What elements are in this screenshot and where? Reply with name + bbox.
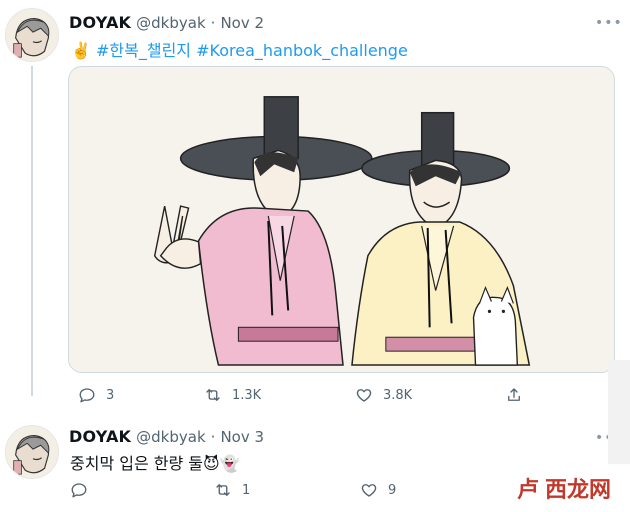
like-count: 9 xyxy=(388,482,397,498)
hanbok-illustration xyxy=(69,67,614,372)
tweet-header: DOYAK @dkbyak · Nov 2 xyxy=(69,13,264,32)
more-icon[interactable]: ••• xyxy=(595,15,623,31)
retweet-icon xyxy=(206,389,220,401)
tweet-text: 중치막 입은 한량 둘😈👻 xyxy=(70,454,240,473)
separator-dot: · xyxy=(210,14,216,32)
avatar[interactable] xyxy=(5,8,59,62)
share-button[interactable] xyxy=(505,386,523,404)
retweet-count: 1.3K xyxy=(232,387,262,403)
user-handle[interactable]: @dkbyak xyxy=(136,14,206,32)
retweet-button[interactable]: 1.3K xyxy=(204,386,261,404)
reply-button[interactable] xyxy=(70,481,88,499)
thread-connector-line xyxy=(31,66,33,396)
tweet-image[interactable] xyxy=(68,66,615,373)
reply-icon xyxy=(71,483,87,498)
retweet-button[interactable]: 1 xyxy=(214,481,250,499)
like-icon xyxy=(361,484,377,497)
user-handle[interactable]: @dkbyak xyxy=(136,428,206,446)
retweet-count: 1 xyxy=(242,482,251,498)
tweet-date[interactable]: Nov 2 xyxy=(220,14,264,32)
watermark-text: 西龙网 xyxy=(545,478,612,503)
retweet-icon xyxy=(216,484,230,496)
like-count: 3.8K xyxy=(383,387,413,403)
display-name[interactable]: DOYAK xyxy=(69,13,131,32)
site-watermark: 卢 西龙网 xyxy=(498,464,630,512)
tweet-date[interactable]: Nov 3 xyxy=(220,428,264,446)
separator-dot: · xyxy=(210,428,216,446)
avatar-illustration xyxy=(6,426,58,478)
like-icon xyxy=(356,389,372,402)
share-icon xyxy=(508,388,520,401)
display-name[interactable]: DOYAK xyxy=(69,427,131,446)
like-button[interactable]: 9 xyxy=(360,481,396,499)
victory-hand-emoji: ✌️ xyxy=(71,41,91,60)
tweet-text: ✌️ #한복_챌린지 #Korea_hanbok_challenge xyxy=(71,37,408,61)
watermark-logo: 卢 xyxy=(516,477,539,503)
scroll-edge xyxy=(608,360,630,470)
avatar[interactable] xyxy=(5,425,59,479)
like-button[interactable]: 3.8K xyxy=(355,386,412,404)
hashtag-link[interactable]: #Korea_hanbok_challenge xyxy=(196,41,408,60)
reply-icon xyxy=(79,388,95,403)
reply-button[interactable]: 3 xyxy=(78,386,114,404)
tweet-header: DOYAK @dkbyak · Nov 3 xyxy=(69,427,264,446)
hashtag-link[interactable]: #한복_챌린지 xyxy=(96,41,191,60)
reply-count: 3 xyxy=(106,387,115,403)
avatar-illustration xyxy=(6,9,58,61)
